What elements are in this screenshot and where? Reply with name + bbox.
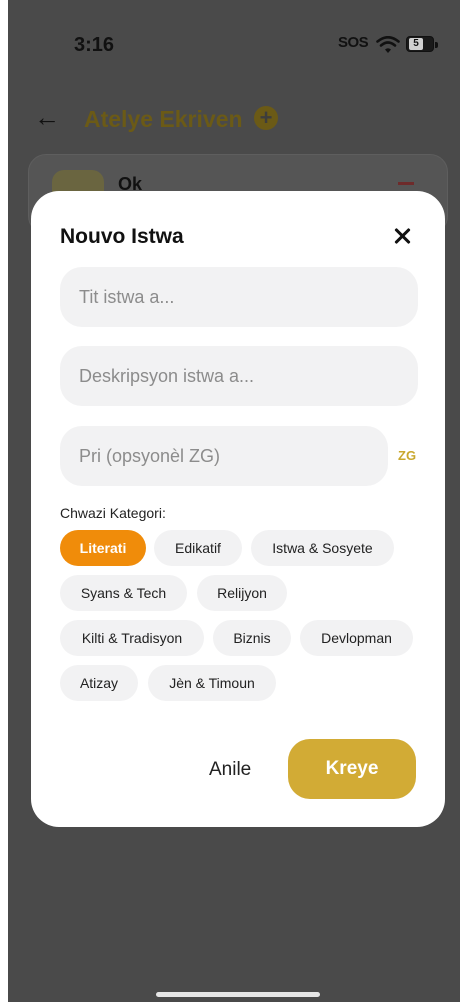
category-chip[interactable]: Edikatif xyxy=(154,530,242,566)
category-chip[interactable]: Devlopman xyxy=(300,620,413,656)
battery-level: 5 xyxy=(409,38,423,50)
category-chip[interactable]: Istwa & Sosyete xyxy=(251,530,394,566)
status-time: 3:16 xyxy=(74,34,115,56)
story-description-input[interactable] xyxy=(60,346,418,406)
category-chip[interactable]: Kilti & Tradisyon xyxy=(60,620,204,656)
story-title-input[interactable] xyxy=(60,267,418,327)
status-bar: 3:16 SOS 5 xyxy=(8,0,460,80)
wifi-icon xyxy=(376,36,400,53)
category-chip[interactable]: Syans & Tech xyxy=(60,575,187,611)
category-chip[interactable]: Jèn & Timoun xyxy=(148,665,276,701)
category-label: Chwazi Kategori: xyxy=(60,505,166,521)
category-chip[interactable]: Atizay xyxy=(60,665,138,701)
battery-icon: 5 xyxy=(406,36,434,52)
modal-title: Nouvo Istwa xyxy=(60,225,184,248)
currency-label: ZG xyxy=(398,448,417,463)
add-icon[interactable]: + xyxy=(254,106,278,130)
page-title: Atelye Ekriven xyxy=(84,106,243,132)
story-price-input[interactable] xyxy=(60,426,388,486)
create-button[interactable]: Kreye xyxy=(288,739,416,799)
category-chip[interactable]: Biznis xyxy=(213,620,291,656)
sos-indicator: SOS xyxy=(338,34,369,51)
app-screen: 3:16 SOS 5 ← Atelye Ekriven + Ok Nouvo I… xyxy=(8,0,460,1002)
category-chip[interactable]: Literati xyxy=(60,530,146,566)
battery-nub xyxy=(435,42,438,48)
close-icon[interactable] xyxy=(391,225,413,247)
home-indicator[interactable] xyxy=(156,992,320,997)
new-story-modal: Nouvo Istwa ZG Chwazi Kategori: Literati… xyxy=(31,191,445,827)
cancel-button[interactable]: Anile xyxy=(209,759,251,781)
category-chip[interactable]: Relijyon xyxy=(197,575,287,611)
back-arrow-icon[interactable]: ← xyxy=(34,104,60,130)
